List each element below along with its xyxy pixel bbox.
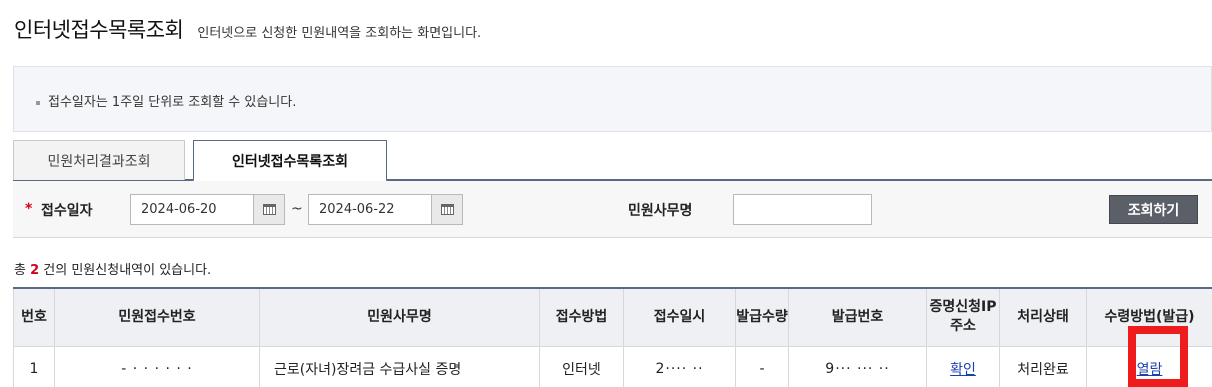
search-bar: * 접수일자 ~ 민원사무명 조회하기 [13,181,1212,238]
cell-method: 인터넷 [539,345,624,387]
count-prefix: 총 [14,263,26,278]
cell-qty: - [735,345,789,387]
bullet-icon [36,100,40,105]
col-header-office-name: 민원사무명 [259,287,540,347]
page-header: 인터넷접수목록조회 인터넷으로 신청한 민원내역을 조회하는 화면입니다. [14,14,481,44]
page-description: 인터넷으로 신청한 민원내역을 조회하는 화면입니다. [197,26,482,41]
cell-receipt-no[interactable]: - · · · · · · [54,345,260,387]
tab-result-inquiry[interactable]: 민원처리결과조회 [13,140,185,180]
calendar-icon [440,204,454,215]
tab-bar: 민원처리결과조회 인터넷접수목록조회 [13,140,1212,182]
notice-message: 접수일자는 1주일 단위로 조회할 수 있습니다. [48,95,297,110]
col-header-method: 접수방법 [539,287,624,347]
cell-no: 1 [13,345,55,387]
date-from-input[interactable] [130,194,258,225]
col-header-qty: 발급수량 [735,287,789,347]
cell-status: 처리완료 [999,345,1087,387]
search-button[interactable]: 조회하기 [1109,195,1198,224]
result-count: 총 2 건의 민원신청내역이 있습니다. [14,259,211,278]
office-name-label: 민원사무명 [628,203,693,219]
col-header-datetime: 접수일시 [623,287,736,347]
cell-ip: 확인 [926,345,1000,387]
notice-text: 접수일자는 1주일 단위로 조회할 수 있습니다. [36,91,296,110]
count-number: 2 [30,263,40,278]
count-suffix: 건의 민원신청내역이 있습니다. [43,263,212,278]
range-separator: ~ [291,201,303,217]
col-header-issue-no: 발급번호 [788,287,927,347]
table-header-row: 번호 민원접수번호 민원사무명 접수방법 접수일시 발급수량 발급번호 증명신청… [13,287,1212,347]
result-table: 번호 민원접수번호 민원사무명 접수방법 접수일시 발급수량 발급번호 증명신청… [13,287,1212,387]
col-header-ip: 증명신청IP주소 [926,287,1000,347]
page-title: 인터넷접수목록조회 [14,18,184,42]
date-from-calendar-button[interactable] [253,194,285,225]
highlight-box [1128,326,1188,387]
col-header-status: 처리상태 [999,287,1087,347]
office-name-input[interactable] [733,194,872,225]
tab-internet-receipt-list[interactable]: 인터넷접수목록조회 [193,140,387,182]
col-header-receipt-no: 민원접수번호 [54,287,260,347]
cell-issue-no: 9··· ··· ·· [788,345,927,387]
cell-office-name: 근로(자녀)장려금 수급사실 증명 [259,345,540,387]
notice-box: 접수일자는 1주일 단위로 조회할 수 있습니다. [13,66,1212,132]
required-mark: * [25,201,33,217]
date-label: 접수일자 [41,203,93,219]
date-to-input[interactable] [308,194,432,225]
table-row: 1 - · · · · · · 근로(자녀)장려금 수급사실 증명 인터넷 2·… [13,345,1212,387]
ip-confirm-link[interactable]: 확인 [950,362,976,378]
date-to-calendar-button[interactable] [431,194,463,225]
calendar-icon [262,204,276,215]
col-header-no: 번호 [13,287,55,347]
cell-datetime: 2···· ·· [623,345,736,387]
